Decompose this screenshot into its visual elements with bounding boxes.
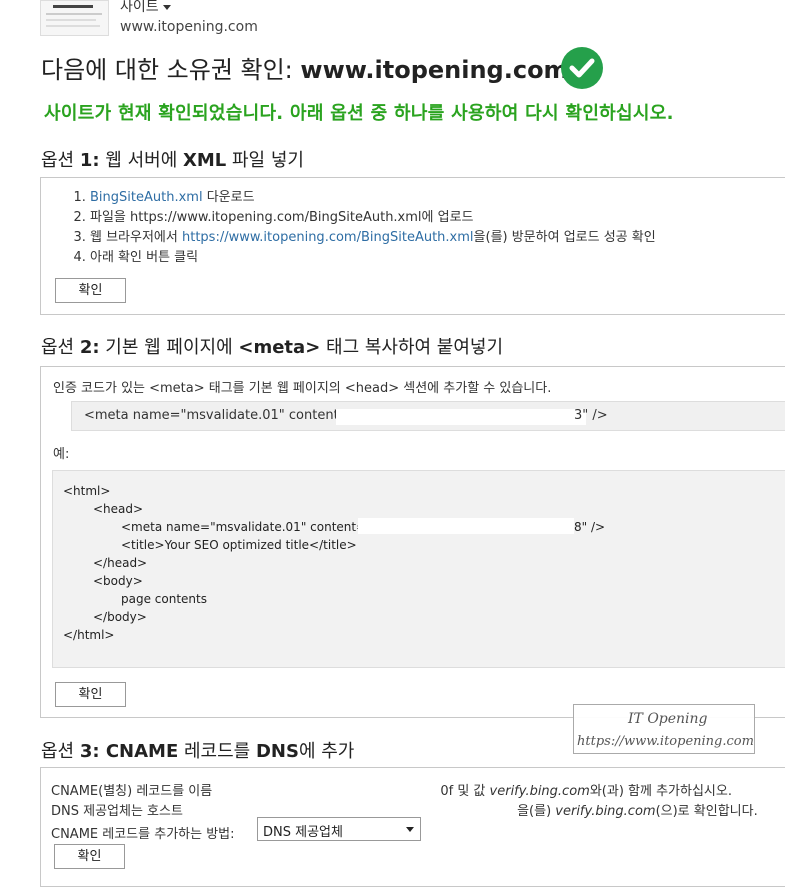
option1-confirm-button[interactable]: 확인 [55,278,126,303]
cname-method-label: CNAME 레코드를 추가하는 방법: [51,827,235,842]
list-item: 아래 확인 버튼 클릭 [90,248,656,268]
download-xml-link[interactable]: BingSiteAuth.xml [90,190,203,205]
list-item: BingSiteAuth.xml 다운로드 [90,188,656,208]
site-thumbnail [40,0,109,36]
site-selector-label: 사이트 [120,0,159,15]
watermark: IT Opening https://www.itopening.com [573,704,755,754]
redacted-name [216,783,441,795]
cname-method-select[interactable]: DNS 제공업체 [257,817,421,841]
xml-file-url-link[interactable]: https://www.itopening.com/BingSiteAuth.x… [182,230,474,245]
redacted-code [358,518,574,534]
list-item: 파일을 https://www.itopening.com/BingSiteAu… [90,208,656,228]
chevron-down-icon [406,827,414,832]
meta-tag-code[interactable]: <meta name="msvalidate.01" content=" 3" … [71,401,785,431]
example-label: 예: [53,447,70,462]
option3-confirm-button[interactable]: 확인 [54,844,125,869]
option2-panel: 인증 코드가 있는 <meta> 태그를 기본 웹 페이지의 <head> 섹션… [40,366,785,718]
option3-heading: 옵션 3: CNAME 레코드를 DNS에 추가 [41,741,355,762]
page-title: 다음에 대한 소유권 확인: www.itopening.comi [41,50,591,85]
verification-status-banner: 사이트가 현재 확인되었습니다. 아래 옵션 중 하나를 사용하여 다시 확인하… [44,103,674,124]
cname-instruction-1: CNAME(별칭) 레코드를 이름 0f 및 값 verify.bing.com… [51,783,732,799]
option1-steps: BingSiteAuth.xml 다운로드 파일을 https://www.it… [41,188,656,268]
page-title-prefix: 다음에 대한 소유권 확인: [41,56,301,84]
redacted-code [336,409,586,425]
option1-heading: 옵션 1: 웹 서버에 XML 파일 넣기 [41,150,304,171]
example-code-block: <html> <head> <meta name="msvalidate.01"… [52,470,785,668]
verified-check-icon [561,47,603,89]
option2-intro: 인증 코드가 있는 <meta> 태그를 기본 웹 페이지의 <head> 섹션… [53,381,552,396]
page-title-domain: www.itopening.com [300,56,569,84]
site-url: www.itopening.com [120,19,258,35]
chevron-down-icon [162,4,171,10]
site-selector[interactable]: 사이트 [120,0,171,16]
option2-confirm-button[interactable]: 확인 [55,682,126,707]
redacted-host [187,803,518,815]
option1-panel: BingSiteAuth.xml 다운로드 파일을 https://www.it… [40,177,785,315]
list-item: 웹 브라우저에서 https://www.itopening.com/BingS… [90,228,656,248]
option2-heading: 옵션 2: 기본 웹 페이지에 <meta> 태그 복사하여 붙여넣기 [41,337,504,358]
